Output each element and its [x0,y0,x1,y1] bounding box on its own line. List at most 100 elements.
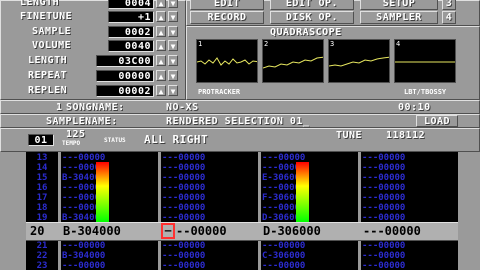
volume-down-arrow[interactable]: ▼ [168,40,178,51]
pattern-cell[interactable]: ---00000 [162,204,254,213]
pattern-cell[interactable]: ---00000 [362,154,454,163]
samplename-value[interactable]: RENDERED SELECTION 01_ [166,116,309,127]
repeat-up-arrow[interactable]: ▲ [156,70,166,81]
sample-up-arrow[interactable]: ▲ [156,26,166,37]
channel-divider [58,152,61,270]
repeat-value: 00000 [96,70,154,82]
scope-channel-1: 1 [196,39,258,83]
length-up-arrow[interactable]: ▲ [156,0,166,8]
current-cell-channel-3[interactable]: D-306000 [263,224,321,239]
protracker-logo: PROTRACKER [198,88,241,96]
replen-value: 00002 [96,85,154,97]
setup-button[interactable]: SETUP [360,0,438,10]
volume-up-arrow[interactable]: ▲ [156,40,166,51]
sample-length-down-arrow[interactable]: ▼ [168,55,178,66]
row-number: 18 [36,203,48,213]
track-channel-4[interactable]: ---00000 ---00000 ---00000 ---00000 ---0… [362,152,454,270]
pattern-cell[interactable]: ---00000 [162,154,254,163]
pattern-cell[interactable]: ---00000 [362,242,454,251]
pattern-cell[interactable]: ---00000 [362,252,454,261]
pattern-cell[interactable]: C-306000 [262,252,354,261]
row-number: 23 [36,261,48,270]
sample-length-value: 03C00 [96,55,154,67]
pattern-right-frame [458,152,480,270]
edit-button[interactable]: EDIT [190,0,264,10]
sample-length-up-arrow[interactable]: ▲ [156,55,166,66]
scope-channel-2: 2 [262,39,324,83]
finetune-down-arrow[interactable]: ▼ [168,11,178,22]
current-cell-channel-4[interactable]: ---00000 [363,224,421,239]
pattern-cell[interactable]: ---00000 [62,242,154,251]
current-row-number: 20 [30,224,45,238]
pattern-cell[interactable]: ---00000 [362,194,454,203]
song-number: 1 [56,102,63,113]
sampler-button[interactable]: SAMPLER [360,11,438,24]
edit-op-button[interactable]: EDIT OP. [270,0,354,10]
pattern-cell[interactable]: ---00000 [262,242,354,251]
pattern-cell[interactable]: ---00000 [162,194,254,203]
replen-down-arrow[interactable]: ▼ [168,85,178,96]
row-number: 15 [36,173,48,183]
vu-meter-channel-3 [296,162,309,222]
finetune-up-arrow[interactable]: ▲ [156,11,166,22]
pattern-cell[interactable]: ---00000 [362,204,454,213]
pattern-cell[interactable]: ---00000 [162,262,254,270]
tune-label: TUNE [336,130,363,141]
channel-divider [158,152,161,270]
songname-value[interactable]: NO-XS [166,102,199,113]
pattern-cell[interactable]: ---00000 [262,262,354,270]
row-number: 22 [36,251,48,261]
repeat-label: REPEAT [28,70,68,81]
pattern-cell[interactable]: B-304000 [62,252,154,261]
scope-channel-4: 4 [394,39,456,83]
pattern-cell[interactable]: ---00000 [62,262,154,270]
quadrascope-title: QUADRASCOPE [270,27,342,38]
pattern-cell[interactable]: ---00000 [362,174,454,183]
disk-op-button[interactable]: DISK OP. [270,11,354,24]
channel-divider [358,152,361,270]
repeat-down-arrow[interactable]: ▼ [168,70,178,81]
songname-label: SONGNAME: [66,102,125,113]
pattern-number: 01 [28,134,54,146]
finetune-label: FINETUNE [20,11,73,22]
pattern-cell[interactable]: ---00000 [162,164,254,173]
current-cell-channel-2[interactable]: --00000 [176,224,227,239]
pattern-cell[interactable]: ---00000 [362,262,454,270]
edit-cursor[interactable]: – [161,223,175,239]
pattern-cell[interactable]: ---00000 [162,174,254,183]
row-number: 17 [36,193,48,203]
vu-meter-channel-1 [96,162,109,222]
page-3-button[interactable]: 3 [442,0,456,10]
status-text: ALL RIGHT [144,133,209,146]
pattern-cell[interactable]: ---00000 [362,184,454,193]
sample-length-label: LENGTH [28,55,68,66]
length-down-arrow[interactable]: ▼ [168,0,178,8]
finetune-value: +1 [108,11,154,23]
current-cell-channel-1[interactable]: B-304000 [63,224,121,239]
row-number: 13 [36,153,48,163]
tune-value: 118112 [386,130,426,141]
channel-divider [258,152,261,270]
load-button[interactable]: LOAD [416,115,458,127]
track-channel-2[interactable]: ---00000 ---00000 ---00000 ---00000 ---0… [162,152,254,270]
scope-2-waveform [263,56,323,69]
sample-label: SAMPLE [32,26,72,37]
replen-label: REPLEN [28,85,68,96]
credit-text: LBT/TBOSSY [404,88,447,96]
pattern-cell[interactable]: ---00000 [162,252,254,261]
samplename-label: SAMPLENAME: [46,116,118,127]
pattern-left-frame [0,152,26,270]
page-4-button[interactable]: 4 [442,11,456,24]
pattern-cell[interactable]: ---00000 [162,184,254,193]
replen-up-arrow[interactable]: ▲ [156,85,166,96]
record-button[interactable]: RECORD [190,11,264,24]
row-numbers-column: 13 14 15 16 17 18 19 21 22 23 [28,152,56,270]
scope-channel-3: 3 [328,39,390,83]
pattern-cell[interactable]: ---00000 [362,164,454,173]
scope-3-waveform [329,56,389,67]
scope-4-waveform [395,61,455,63]
sample-down-arrow[interactable]: ▼ [168,26,178,37]
protracker-window: LENGTH 0004 ▲ ▼ FINETUNE +1 ▲ ▼ SAMPLE 0… [0,0,480,270]
volume-label: VOLUME [32,40,72,51]
pattern-cell[interactable]: ---00000 [162,242,254,251]
